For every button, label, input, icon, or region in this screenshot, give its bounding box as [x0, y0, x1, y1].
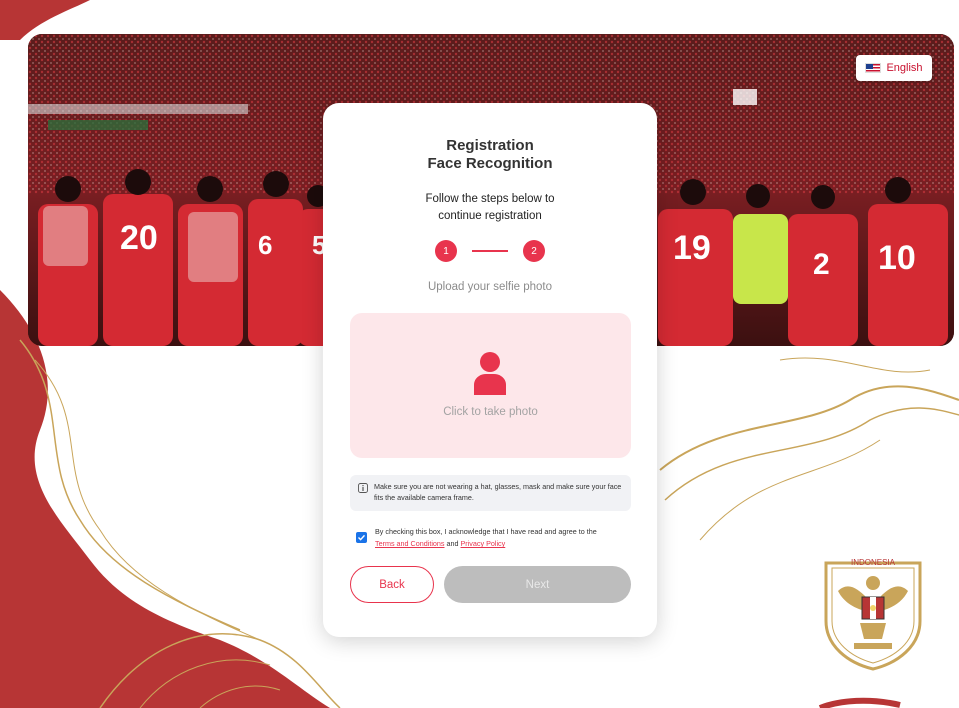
consent-text: By checking this box, I acknowledge that…: [375, 526, 597, 550]
us-flag-icon: [865, 63, 882, 73]
card-title: Registration Face Recognition: [323, 137, 657, 173]
card-subtitle-line2: continue registration: [438, 210, 542, 222]
step-caption: Upload your selfie photo: [427, 281, 553, 293]
person-icon: [474, 352, 506, 395]
card-subtitle: Follow the steps below to continue regis…: [323, 191, 657, 225]
terms-and-conditions-link[interactable]: Terms and Conditions: [375, 539, 445, 548]
back-button[interactable]: Back: [350, 566, 434, 603]
take-photo-label: Click to take photo: [443, 406, 538, 418]
card-title-line2: Face Recognition: [427, 155, 553, 172]
language-label: English: [886, 62, 923, 74]
info-icon: [358, 483, 368, 493]
step-1-dot: 1: [435, 240, 457, 262]
consent-statement: By checking this box, I acknowledge that…: [375, 527, 597, 536]
consent-and: and: [446, 539, 459, 548]
photo-instructions-note: Make sure you are not wearing a hat, gla…: [350, 475, 631, 511]
consent-row: By checking this box, I acknowledge that…: [356, 526, 636, 550]
next-button[interactable]: Next: [444, 566, 631, 603]
svg-text:6: 6: [258, 230, 272, 260]
card-subtitle-line1: Follow the steps below to: [425, 193, 555, 205]
take-photo-area[interactable]: Click to take photo: [350, 313, 631, 458]
svg-text:2: 2: [813, 248, 830, 281]
svg-text:19: 19: [673, 229, 711, 267]
privacy-policy-link[interactable]: Privacy Policy: [461, 539, 506, 548]
checkmark-icon: [358, 534, 366, 541]
step-indicator: 1 2: [435, 239, 545, 263]
card-title-line1: Registration: [446, 137, 534, 154]
emblem-text: INDONESIA: [851, 558, 896, 567]
registration-card: Registration Face Recognition Follow the…: [323, 103, 657, 637]
svg-text:10: 10: [878, 239, 916, 277]
language-selector-button[interactable]: English: [856, 55, 932, 81]
note-text: Make sure you are not wearing a hat, gla…: [374, 482, 622, 502]
garuda-emblem-logo: INDONESIA: [824, 558, 922, 671]
svg-text:20: 20: [120, 219, 158, 257]
step-2-dot: 2: [523, 240, 545, 262]
consent-checkbox[interactable]: [356, 532, 367, 543]
step-connector: [472, 250, 508, 252]
